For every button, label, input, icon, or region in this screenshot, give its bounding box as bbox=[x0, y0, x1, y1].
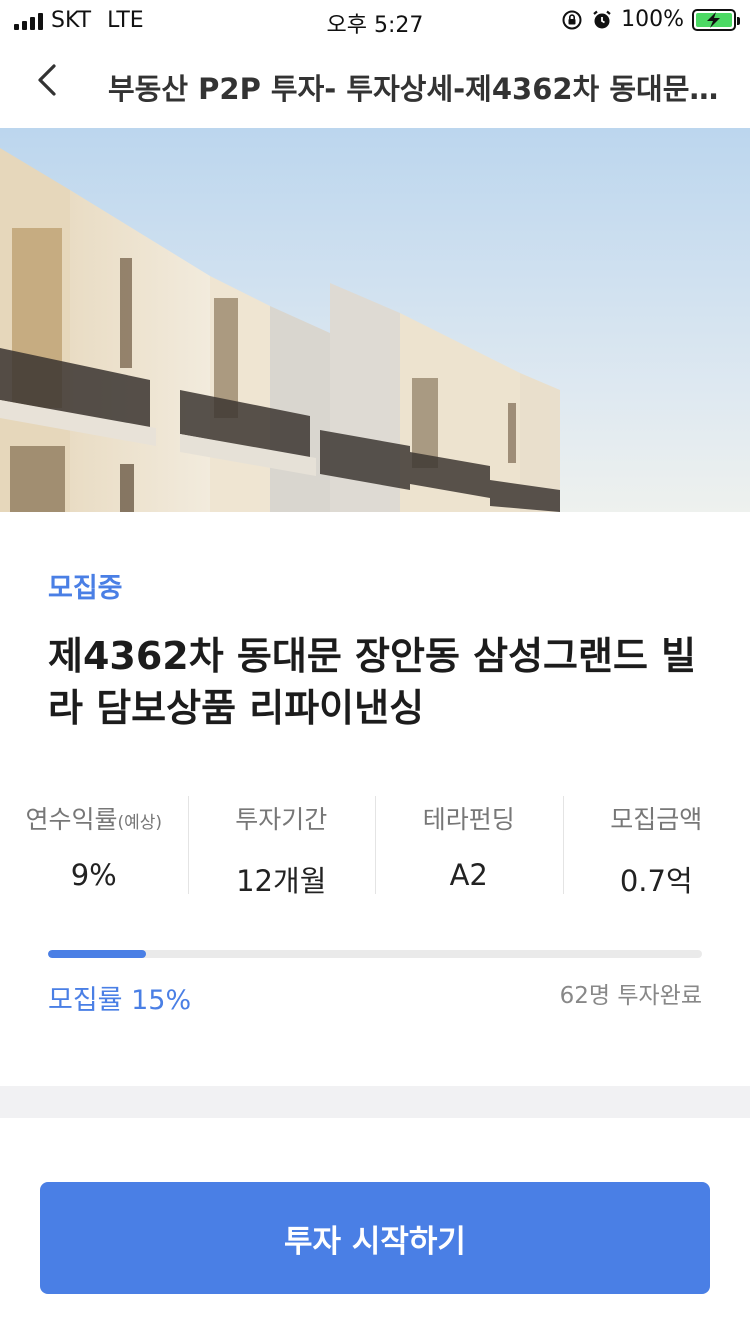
investor-count-label: 62명 투자완료 bbox=[559, 983, 702, 1009]
stat-value: 12개월 bbox=[236, 864, 327, 898]
page-title: 부동산 P2P 투자- 투자상세-제4362차 동대문 장안동 삼성그랜드 빌라… bbox=[108, 72, 728, 106]
navigation-bar: 부동산 P2P 투자- 투자상세-제4362차 동대문 장안동 삼성그랜드 빌라… bbox=[0, 40, 750, 126]
chevron-left-icon bbox=[38, 64, 56, 96]
back-button[interactable] bbox=[26, 58, 70, 102]
stat-annual-return: 연수익률(예상) 9% bbox=[0, 796, 188, 894]
alarm-icon bbox=[593, 10, 611, 28]
product-stats: 연수익률(예상) 9% 투자기간 12개월 테라펀딩 A2 모집금액 0.7억 bbox=[0, 796, 750, 898]
product-title: 제4362차 동대문 장안동 삼성그랜드 빌라 담보상품 리파이낸싱 bbox=[48, 634, 697, 730]
status-right: 100% bbox=[561, 7, 740, 32]
stat-grade: 테라펀딩 A2 bbox=[375, 796, 563, 894]
stat-label: 테라펀딩 bbox=[422, 805, 515, 834]
stat-value: A2 bbox=[449, 858, 488, 892]
product-hero-image bbox=[0, 128, 750, 512]
battery-charging-icon bbox=[692, 8, 740, 31]
stat-value: 0.7억 bbox=[619, 864, 693, 898]
stat-label: 연수익률(예상) bbox=[25, 805, 163, 834]
stat-label: 투자기간 bbox=[235, 805, 328, 834]
start-investment-button[interactable]: 투자 시작하기 bbox=[40, 1182, 710, 1294]
section-divider bbox=[0, 1086, 750, 1118]
stat-value: 9% bbox=[70, 858, 117, 892]
stat-funding-amount: 모집금액 0.7억 bbox=[562, 796, 750, 898]
stat-investment-period: 투자기간 12개월 bbox=[187, 796, 376, 898]
status-bar: SKT LTE 오후 5:27 100% bbox=[0, 0, 750, 40]
orientation-lock-icon bbox=[562, 10, 582, 29]
funding-rate-label: 모집률 15% bbox=[48, 985, 192, 1016]
stat-label: 모집금액 bbox=[610, 805, 703, 834]
funding-progress-bar bbox=[48, 950, 702, 958]
battery-percent: 100% bbox=[621, 7, 684, 32]
funding-progress-fill bbox=[48, 950, 147, 958]
recruiting-status-badge: 모집중 bbox=[48, 573, 123, 604]
